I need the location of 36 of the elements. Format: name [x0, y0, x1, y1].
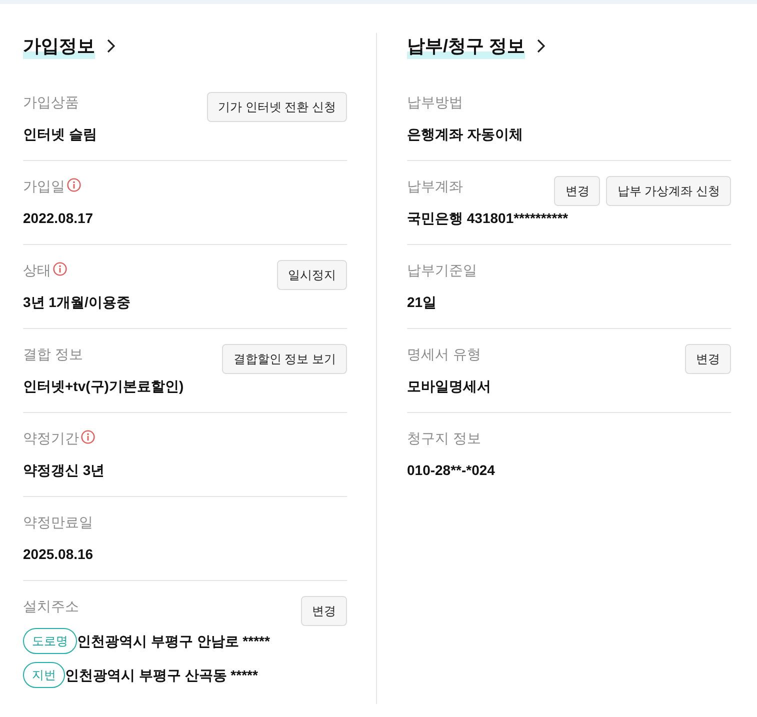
- field-value: 인터넷+tv(구)기본료할인): [23, 377, 185, 396]
- action-button[interactable]: 기가 인터넷 전환 신청: [206, 92, 347, 122]
- action-button[interactable]: 납부 가상계좌 신청: [606, 176, 731, 206]
- field-value: 21일: [407, 293, 438, 312]
- address-text: 인천광역시 부평구 안남로 *****: [77, 632, 270, 651]
- action-button[interactable]: 변경: [554, 176, 600, 206]
- field-label: 명세서 유형: [407, 345, 481, 364]
- action-button[interactable]: 변경: [685, 344, 731, 374]
- field-label: 약정기간: [23, 429, 79, 448]
- field-value: 2022.08.17: [23, 209, 94, 228]
- field-label: 약정만료일: [23, 513, 93, 532]
- field-label: 납부기준일: [407, 261, 477, 280]
- address-type-badge: 도로명: [23, 628, 77, 654]
- field-label: 납부방법: [407, 93, 463, 112]
- field-label: 납부계좌: [407, 177, 463, 196]
- field-value: 3년 1개월/이용중: [23, 293, 132, 312]
- chevron-right-icon[interactable]: [537, 39, 546, 53]
- field-label: 결합 정보: [23, 345, 83, 364]
- field-value: 010-28**-*024: [407, 461, 496, 480]
- field-value: 국민은행 431801**********: [407, 209, 570, 228]
- action-button[interactable]: 결합할인 정보 보기: [222, 344, 347, 374]
- field-value: 약정갱신 3년: [23, 461, 106, 480]
- action-button[interactable]: 일시정지: [277, 260, 347, 290]
- field-label: 가입상품: [23, 93, 79, 112]
- field-value: 모바일명세서: [407, 377, 492, 396]
- field-label: 가입일: [23, 177, 65, 196]
- chevron-right-icon[interactable]: [107, 39, 115, 53]
- field-label: 청구지 정보: [407, 429, 481, 448]
- field-value: 인터넷 슬림: [23, 125, 98, 144]
- field-value: 2025.08.16: [23, 545, 94, 564]
- field-label: 설치주소: [23, 597, 79, 616]
- field-label: 상태: [23, 261, 51, 280]
- action-button[interactable]: 변경: [301, 596, 347, 626]
- address-text: 인천광역시 부평구 산곡동 *****: [65, 666, 258, 685]
- address-type-badge: 지번: [23, 662, 65, 688]
- field-value: 은행계좌 자동이체: [407, 125, 524, 144]
